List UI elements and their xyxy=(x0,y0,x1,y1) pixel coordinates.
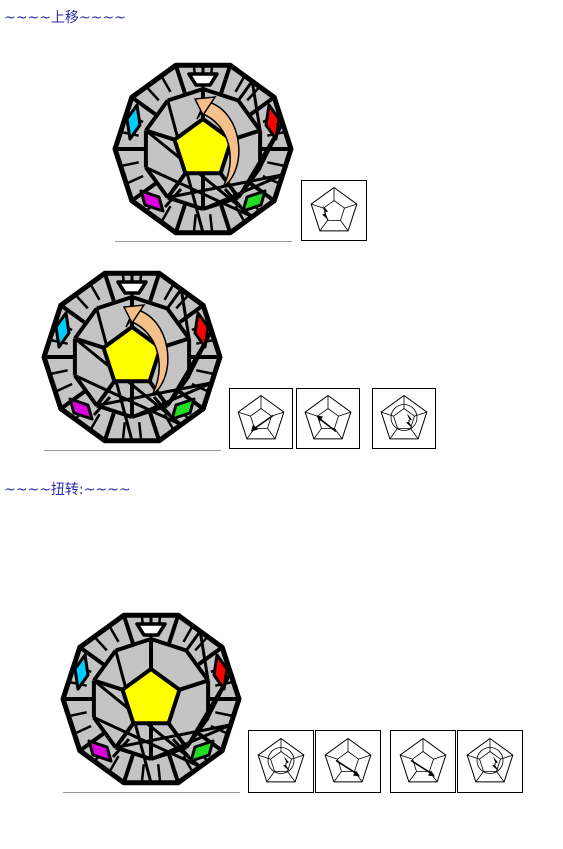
megaminx-figure-3 xyxy=(60,612,242,786)
icon-twist-mark xyxy=(283,756,290,772)
icon-spoke xyxy=(325,754,338,760)
icon-spoke xyxy=(311,203,324,209)
top-white-sticker xyxy=(135,622,167,637)
figure-3-baseline xyxy=(63,792,240,793)
icon-spoke xyxy=(400,754,413,760)
icon-inner-pentagon xyxy=(393,408,415,429)
icon-spoke xyxy=(340,220,349,232)
icon-inner-pentagon xyxy=(270,751,292,772)
icon-spoke xyxy=(267,428,276,440)
icon-spoke xyxy=(271,411,284,417)
icon-arrow xyxy=(252,414,274,431)
icon-spoke xyxy=(433,754,446,760)
move-icon-2c xyxy=(372,388,436,449)
icon-spoke xyxy=(344,203,357,209)
icon-spoke xyxy=(333,771,342,783)
move-icon-1 xyxy=(301,180,367,241)
section-heading-twist: ~~~~扭转:~~~~ xyxy=(4,482,131,498)
icon-twist-mark xyxy=(406,413,413,429)
icon-spoke xyxy=(266,771,275,783)
move-icon-3b xyxy=(315,730,381,793)
icon-twist-mark xyxy=(492,756,499,772)
figure-2-baseline xyxy=(44,450,221,451)
icon-spoke xyxy=(313,428,322,440)
cutoff-text-graphic xyxy=(20,0,100,3)
icon-spoke xyxy=(319,220,328,232)
icon-spoke xyxy=(334,428,343,440)
icon-inner-pentagon xyxy=(479,751,501,772)
move-icon-3c xyxy=(390,730,456,793)
cutoff-heading-fragment xyxy=(20,0,100,7)
icon-spoke xyxy=(389,428,398,440)
icon-spoke xyxy=(410,428,419,440)
icon-spoke xyxy=(358,754,371,760)
icon-spoke xyxy=(238,411,251,417)
move-icon-2a xyxy=(229,388,293,449)
icon-arrow xyxy=(410,759,434,776)
icon-spoke xyxy=(287,771,296,783)
icon-spoke xyxy=(408,771,417,783)
move-icon-3a xyxy=(248,730,314,793)
icon-spoke xyxy=(475,771,484,783)
icon-arrow xyxy=(335,759,359,776)
section-heading-move-up: ~~~~上移~~~~ xyxy=(4,10,126,26)
top-white-sticker xyxy=(116,280,148,295)
icon-spoke xyxy=(305,411,318,417)
icon-spoke xyxy=(496,771,505,783)
move-icon-2b xyxy=(296,388,360,449)
move-icon-3d xyxy=(457,730,523,793)
icon-spoke xyxy=(338,411,351,417)
figure-1-baseline xyxy=(115,241,292,242)
megaminx-figure-2 xyxy=(41,270,223,444)
megaminx-figure-1 xyxy=(112,62,294,236)
top-white-sticker xyxy=(187,72,219,87)
